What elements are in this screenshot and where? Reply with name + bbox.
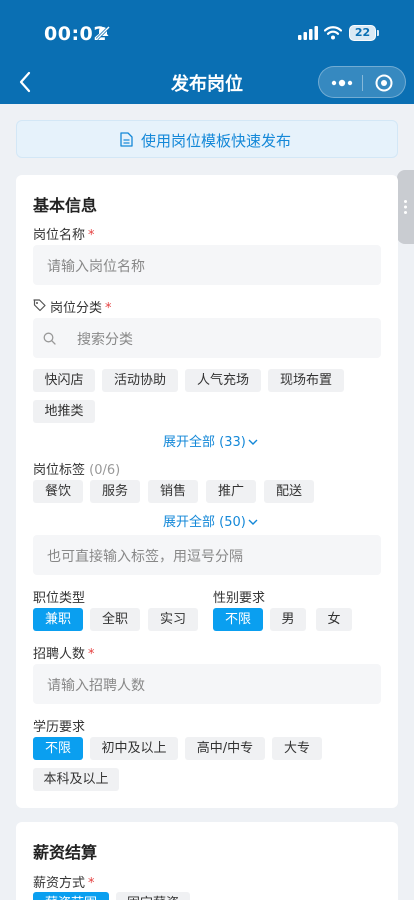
salary-method-option[interactable]: 固定薪资 — [116, 892, 190, 900]
education-option[interactable]: 初中及以上 — [90, 737, 178, 760]
status-bar: 00:02 22 — [0, 0, 414, 62]
salary-title: 薪资结算 — [33, 843, 98, 862]
tag-chip[interactable]: 推广 — [206, 480, 256, 503]
job-tags-label: 岗位标签 (0/6) — [33, 459, 120, 478]
job-category-label: 岗位分类 * — [33, 297, 112, 316]
required-mark: * — [105, 301, 112, 316]
chevron-down-icon — [248, 519, 258, 525]
tag-chip[interactable]: 配送 — [264, 480, 314, 503]
document-icon — [120, 132, 133, 147]
salary-card: 薪资结算 薪资方式* 薪资范围 固定薪资 — [16, 822, 398, 900]
wifi-icon — [324, 26, 342, 40]
tag-chip[interactable]: 销售 — [148, 480, 198, 503]
gender-option[interactable]: 男 — [270, 608, 306, 631]
custom-tags-placeholder: 也可直接输入标签，用逗号分隔 — [47, 549, 243, 565]
expand-categories-text: 展开全部 (33) — [163, 435, 246, 450]
tag-icon — [33, 299, 46, 312]
side-float-handle[interactable] — [397, 170, 414, 244]
headcount-label-text: 招聘人数 — [33, 647, 86, 662]
required-mark: * — [88, 647, 95, 662]
tag-chip[interactable]: 餐饮 — [33, 480, 83, 503]
more-dots-icon[interactable] — [329, 75, 355, 91]
job-tags-label-text: 岗位标签 — [33, 463, 86, 478]
gender-label: 性别要求 — [213, 591, 266, 606]
salary-method-label: 薪资方式 * — [33, 872, 95, 891]
category-chip[interactable]: 快闪店 — [33, 369, 95, 392]
template-publish-button[interactable]: 使用岗位模板快速发布 — [16, 120, 398, 158]
required-mark: * — [88, 876, 95, 891]
chevron-down-icon — [248, 439, 258, 445]
headcount-input[interactable]: 请输入招聘人数 — [33, 664, 381, 704]
education-option-selected[interactable]: 不限 — [33, 737, 83, 760]
gender-option[interactable]: 女 — [316, 608, 352, 631]
job-name-placeholder: 请输入岗位名称 — [47, 259, 145, 275]
battery-cap — [377, 30, 379, 36]
category-chip[interactable]: 地推类 — [33, 400, 95, 423]
tag-chip[interactable]: 服务 — [90, 480, 140, 503]
template-publish-label: 使用岗位模板快速发布 — [141, 132, 292, 150]
custom-tags-input[interactable]: 也可直接输入标签，用逗号分隔 — [33, 535, 381, 575]
miniprogram-capsule — [318, 66, 406, 98]
category-chip[interactable]: 现场布置 — [268, 369, 344, 392]
expand-categories-link[interactable]: 展开全部 (33) — [163, 431, 258, 450]
job-tags-count: (0/6) — [89, 463, 121, 478]
job-type-option[interactable]: 实习 — [148, 608, 198, 631]
education-option[interactable]: 大专 — [272, 737, 322, 760]
salary-method-option-selected[interactable]: 薪资范围 — [33, 892, 109, 900]
salary-method-label-text: 薪资方式 — [33, 876, 86, 891]
job-type-label: 职位类型 — [33, 591, 86, 606]
job-type-option-selected[interactable]: 兼职 — [33, 608, 83, 631]
battery-indicator: 22 — [349, 25, 376, 41]
headcount-placeholder: 请输入招聘人数 — [47, 678, 145, 694]
capsule-divider — [362, 75, 363, 91]
basic-info-card: 基本信息 岗位名称 * 请输入岗位名称 岗位分类 * 搜索分类 快闪店 活动协助 人… — [16, 175, 398, 808]
category-search-input[interactable]: 搜索分类 — [33, 318, 381, 358]
job-name-input[interactable]: 请输入岗位名称 — [33, 245, 381, 285]
expand-tags-link[interactable]: 展开全部 (50) — [163, 511, 258, 530]
job-name-label-text: 岗位名称 — [33, 228, 86, 243]
vertical-dots-icon — [404, 200, 407, 214]
required-mark: * — [88, 228, 95, 243]
cellular-signal-icon — [298, 26, 318, 40]
category-chip[interactable]: 活动协助 — [102, 369, 178, 392]
bell-muted-icon — [95, 25, 111, 41]
gender-option-selected[interactable]: 不限 — [213, 608, 263, 631]
education-option[interactable]: 本科及以上 — [33, 768, 119, 791]
basic-info-title: 基本信息 — [33, 196, 98, 215]
search-icon — [43, 332, 56, 345]
category-chip[interactable]: 人气充场 — [185, 369, 261, 392]
education-label: 学历要求 — [33, 720, 86, 735]
education-option[interactable]: 高中/中专 — [185, 737, 265, 760]
job-type-option[interactable]: 全职 — [90, 608, 140, 631]
expand-tags-text: 展开全部 (50) — [163, 515, 246, 530]
category-search-placeholder: 搜索分类 — [77, 332, 133, 348]
headcount-label: 招聘人数 * — [33, 643, 95, 662]
close-miniprogram-icon[interactable] — [373, 73, 395, 93]
job-name-label: 岗位名称 * — [33, 224, 95, 243]
job-category-label-text: 岗位分类 — [50, 301, 103, 316]
nav-bar: 发布岗位 — [0, 62, 414, 104]
